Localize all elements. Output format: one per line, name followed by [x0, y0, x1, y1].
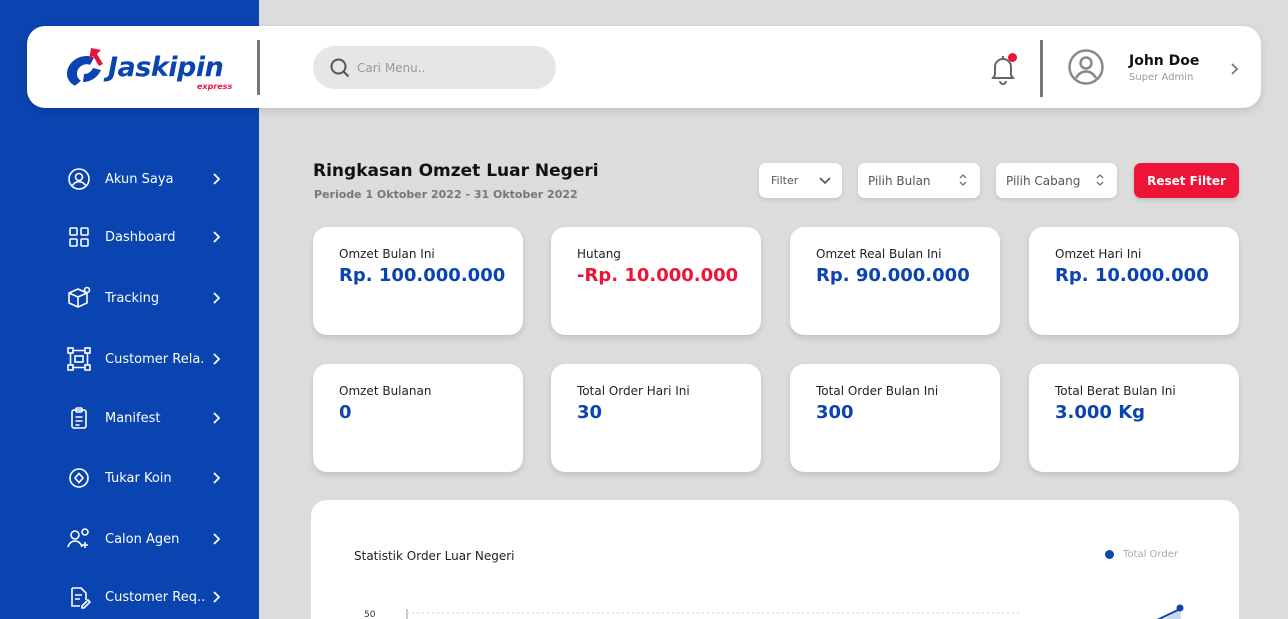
- sidebar-item-label: Customer Rela..: [105, 351, 205, 367]
- chevron-right-icon[interactable]: [1226, 61, 1242, 77]
- brand-name: Jaskipin: [108, 52, 224, 83]
- chevron-right-icon: [213, 472, 221, 484]
- user-add-icon: [66, 526, 92, 552]
- sidebar-item-label: Tracking: [105, 290, 160, 306]
- stat-card: Hutang -Rp. 10.000.000: [551, 227, 761, 335]
- sidebar-item-akun-saya[interactable]: Akun Saya: [66, 164, 226, 194]
- page-title: Ringkasan Omzet Luar Negeri: [313, 161, 599, 181]
- filter-dropdown[interactable]: Filter: [759, 163, 842, 198]
- reset-filter-button[interactable]: Reset Filter: [1134, 163, 1239, 198]
- chevron-down-icon: [819, 177, 831, 185]
- logo-mark-icon: [67, 48, 103, 86]
- brand-logo[interactable]: Jaskipin express: [63, 42, 233, 94]
- sidebar-item-label: Calon Agen: [105, 531, 180, 547]
- stat-value: 3.000 Kg: [1055, 402, 1146, 423]
- sidebar-item-tukar-koin[interactable]: Tukar Koin: [66, 463, 226, 493]
- stat-label: Hutang: [577, 247, 621, 261]
- user-name: John Doe: [1129, 53, 1200, 69]
- sidebar-item-tracking[interactable]: Tracking: [66, 283, 226, 313]
- stat-label: Total Order Bulan Ini: [816, 384, 939, 398]
- stat-card: Omzet Real Bulan Ini Rp. 90.000.000: [790, 227, 1000, 335]
- period-subtitle: Periode 1 Oktober 2022 - 31 Oktober 2022: [314, 188, 578, 201]
- chevron-right-icon: [213, 412, 221, 424]
- header-divider: [257, 40, 260, 95]
- stat-label: Omzet Hari Ini: [1055, 247, 1142, 261]
- brand-tagline: express: [197, 82, 233, 91]
- stat-value: 0: [339, 402, 352, 423]
- stat-card: Omzet Bulan Ini Rp. 100.000.000: [313, 227, 523, 335]
- package-location-icon: [66, 285, 92, 311]
- chevron-right-icon: [213, 173, 221, 185]
- month-select[interactable]: Pilih Bulan: [858, 163, 980, 198]
- search-icon: [330, 58, 350, 77]
- stat-label: Omzet Bulanan: [339, 384, 432, 398]
- coin-icon: [66, 465, 92, 491]
- search-box[interactable]: [313, 46, 556, 89]
- data-point[interactable]: [1176, 604, 1184, 612]
- stat-card: Total Berat Bulan Ini 3.000 Kg: [1029, 364, 1239, 472]
- sidebar-item-label: Customer Req..: [105, 589, 205, 605]
- stat-card: Total Order Hari Ini 30: [551, 364, 761, 472]
- sidebar-item-dashboard[interactable]: Dashboard: [66, 222, 226, 252]
- sidebar-item-customer-request[interactable]: Customer Req..: [66, 582, 226, 612]
- notification-button[interactable]: [988, 53, 1018, 85]
- sort-icon: [959, 174, 967, 186]
- notification-dot: [1008, 53, 1017, 62]
- chevron-right-icon: [213, 533, 221, 545]
- document-edit-icon: [66, 584, 92, 610]
- sidebar-item-manifest[interactable]: Manifest: [66, 403, 226, 433]
- chevron-right-icon: [213, 591, 221, 603]
- sidebar-item-label: Manifest: [105, 410, 161, 426]
- user-circle-icon: [66, 166, 92, 192]
- chevron-right-icon: [213, 231, 221, 243]
- clipboard-icon: [66, 405, 92, 431]
- stat-value: Rp. 90.000.000: [816, 265, 970, 286]
- stat-value: Rp. 100.000.000: [339, 265, 506, 286]
- branch-select-label: Pilih Cabang: [1006, 173, 1081, 188]
- month-select-label: Pilih Bulan: [868, 173, 931, 188]
- sidebar-item-customer-relation[interactable]: Customer Rela..: [66, 344, 226, 374]
- sidebar-item-label: Akun Saya: [105, 171, 174, 187]
- order-chart-card: Statistik Order Luar Negeri Total Order …: [311, 500, 1239, 619]
- filter-label: Filter: [771, 174, 799, 187]
- chevron-right-icon: [213, 353, 221, 365]
- sidebar-item-label: Tukar Koin: [105, 470, 172, 486]
- search-input[interactable]: [357, 60, 547, 75]
- stat-label: Omzet Bulan Ini: [339, 247, 435, 261]
- chevron-right-icon: [213, 292, 221, 304]
- branch-select[interactable]: Pilih Cabang: [996, 163, 1117, 198]
- stat-card: Omzet Hari Ini Rp. 10.000.000: [1029, 227, 1239, 335]
- stat-label: Omzet Real Bulan Ini: [816, 247, 942, 261]
- sort-icon: [1096, 174, 1104, 186]
- stat-value: 30: [577, 402, 603, 423]
- top-bar: Jaskipin express John Doe Super Admin: [27, 26, 1261, 108]
- y-tick-label: 50: [364, 610, 376, 619]
- stat-value: 300: [816, 402, 854, 423]
- stat-label: Total Berat Bulan Ini: [1055, 384, 1176, 398]
- grid-icon: [66, 224, 92, 250]
- user-role: Super Admin: [1129, 72, 1194, 83]
- chart-plot: 50: [364, 604, 1184, 619]
- stat-value: Rp. 10.000.000: [1055, 265, 1209, 286]
- avatar[interactable]: [1067, 48, 1105, 86]
- network-icon: [66, 346, 92, 372]
- stat-label: Total Order Hari Ini: [577, 384, 690, 398]
- stat-card: Total Order Bulan Ini 300: [790, 364, 1000, 472]
- sidebar-item-calon-agen[interactable]: Calon Agen: [66, 524, 226, 554]
- stat-card: Omzet Bulanan 0: [313, 364, 523, 472]
- sidebar-item-label: Dashboard: [105, 229, 176, 245]
- stat-value: -Rp. 10.000.000: [577, 265, 739, 286]
- header-divider: [1040, 40, 1043, 97]
